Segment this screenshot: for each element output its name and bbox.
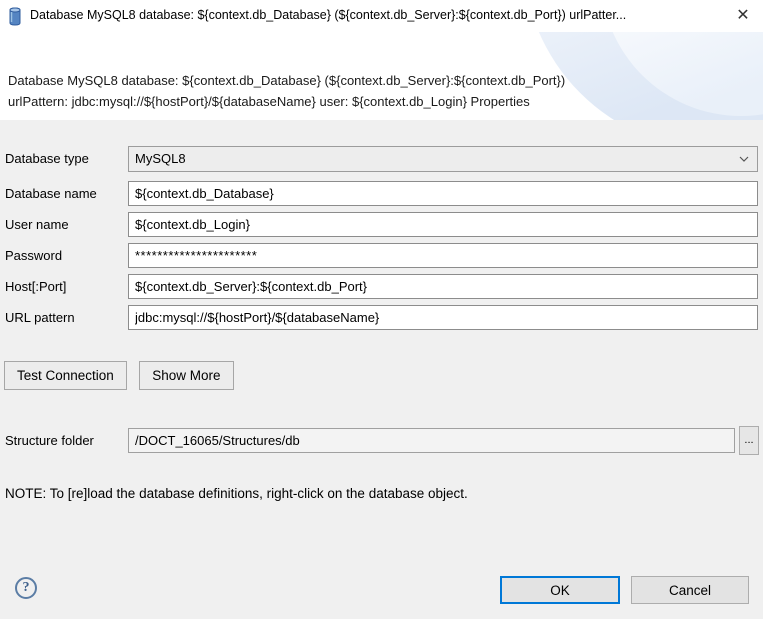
row-user-name: User name (0, 212, 763, 238)
row-host-port: Host[:Port] (0, 274, 763, 300)
database-type-combo[interactable]: MySQL8 (128, 146, 758, 172)
chevron-down-icon (739, 154, 749, 164)
row-password: Password (0, 243, 763, 269)
user-name-input[interactable] (128, 212, 758, 237)
url-pattern-input[interactable] (128, 305, 758, 330)
row-url-pattern: URL pattern (0, 305, 763, 331)
row-structure-folder: Structure folder ... (0, 428, 763, 454)
description-line-2: urlPattern: jdbc:mysql://${hostPort}/${d… (8, 91, 658, 112)
host-port-label: Host[:Port] (5, 279, 66, 294)
url-pattern-label: URL pattern (5, 310, 75, 325)
window-title: Database MySQL8 database: ${context.db_D… (30, 8, 720, 22)
browse-folder-button[interactable]: ... (739, 426, 759, 455)
cancel-button[interactable]: Cancel (631, 576, 749, 604)
user-name-label: User name (5, 217, 69, 232)
show-more-button[interactable]: Show More (139, 361, 233, 390)
row-database-name: Database name (0, 181, 763, 207)
ok-button[interactable]: OK (500, 576, 620, 604)
database-name-input[interactable] (128, 181, 758, 206)
description-line-1: Database MySQL8 database: ${context.db_D… (8, 70, 658, 91)
host-port-input[interactable] (128, 274, 758, 299)
structure-folder-label: Structure folder (5, 433, 94, 448)
database-name-label: Database name (5, 186, 97, 201)
database-type-value: MySQL8 (135, 151, 186, 166)
database-type-label: Database type (5, 151, 89, 166)
structure-folder-input[interactable] (128, 428, 735, 453)
header-banner: Database MySQL8 database: ${context.db_D… (0, 32, 763, 120)
form-actions: Test Connection Show More (4, 361, 242, 390)
password-label: Password (5, 248, 62, 263)
note-text: NOTE: To [re]load the database definitio… (5, 486, 468, 501)
password-input[interactable] (128, 243, 758, 268)
row-database-type: Database type MySQL8 (0, 146, 763, 172)
title-bar: Database MySQL8 database: ${context.db_D… (0, 0, 763, 32)
dialog-description: Database MySQL8 database: ${context.db_D… (8, 70, 658, 112)
help-icon[interactable]: ? (15, 577, 37, 599)
close-icon[interactable]: ✕ (731, 4, 755, 28)
test-connection-button[interactable]: Test Connection (4, 361, 127, 390)
database-icon (8, 7, 22, 31)
database-properties-dialog: Database MySQL8 database: ${context.db_D… (0, 0, 763, 619)
